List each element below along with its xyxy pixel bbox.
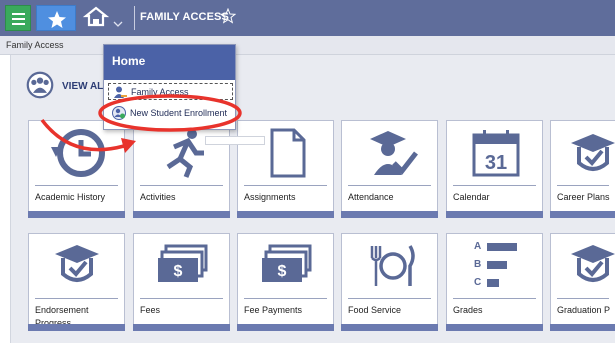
history-clock-icon: [51, 129, 105, 177]
home-icon: [82, 6, 123, 27]
grad-cap-badge-icon: [571, 245, 615, 282]
arrow-highlight-bar: [205, 136, 265, 145]
tile-career-plans[interactable]: Career Plans: [550, 120, 615, 218]
tile-grades[interactable]: A B C Grades: [446, 233, 543, 331]
tile-endorsement-progress[interactable]: Endorsement Progress: [28, 233, 125, 331]
tile-label: Grades: [453, 305, 483, 315]
calendar-day: 31: [485, 152, 507, 174]
svg-text:$: $: [278, 263, 287, 280]
tile-label: Attendance: [348, 192, 394, 202]
tile-label: Calendar: [453, 192, 490, 202]
topbar-divider: [134, 6, 135, 30]
tile-calendar[interactable]: 31 Calendar: [446, 120, 543, 218]
grade-bars-icon: A B C: [474, 239, 524, 295]
view-all-link[interactable]: VIEW AL: [62, 81, 103, 92]
dollar-bills-icon: $: [262, 244, 312, 282]
menu-item-new-student-enrollment[interactable]: New Student Enrollment: [108, 105, 233, 122]
star-icon[interactable]: [36, 5, 76, 31]
menu-item-label: Family Access: [131, 87, 189, 97]
svg-text:$: $: [174, 263, 183, 280]
dollar-bills-icon: $: [158, 244, 208, 282]
graduate-check-icon: [370, 131, 418, 175]
tile-label: Graduation P: [557, 305, 611, 315]
tile-fees[interactable]: $ Fees: [133, 233, 230, 331]
top-navigation-bar: FAMILY ACCESS: [0, 0, 615, 36]
tile-label: Food Service: [348, 305, 402, 315]
person-add-icon: [112, 106, 126, 120]
tile-activities[interactable]: Activities: [133, 120, 230, 218]
breadcrumb[interactable]: Family Access: [6, 40, 64, 50]
tile-label: Academic History: [35, 192, 106, 202]
menu-item-label: New Student Enrollment: [130, 108, 228, 118]
tile-graduation-progress[interactable]: Graduation P: [550, 233, 615, 331]
tile-label: Career Plans: [557, 192, 610, 202]
tile-label: Fees: [140, 305, 161, 315]
dropdown-title: Home: [112, 54, 146, 68]
grad-cap-badge-icon: [55, 245, 99, 282]
tile-attendance[interactable]: Attendance: [341, 120, 438, 218]
tile-academic-history[interactable]: Academic History: [28, 120, 125, 218]
page-title: FAMILY ACCESS: [140, 11, 229, 23]
tile-label: Fee Payments: [244, 305, 303, 315]
tile-label: Assignments: [244, 192, 296, 202]
fork-plate-knife-icon: [370, 245, 415, 286]
tile-assignments[interactable]: Assignments: [237, 120, 334, 218]
calendar-icon: 31: [472, 130, 520, 177]
grad-cap-badge-icon: [571, 134, 615, 171]
tile-label: Activities: [140, 192, 176, 202]
student-group-icon[interactable]: [22, 71, 58, 99]
home-dropdown-menu: Home Family Access New Student Enrollmen…: [103, 44, 236, 130]
person-icon: [114, 86, 127, 98]
breadcrumb-bar: Family Access: [0, 36, 615, 55]
menu-item-family-access[interactable]: Family Access: [108, 83, 233, 100]
star-outline-icon[interactable]: [220, 8, 236, 24]
hamburger-menu-icon[interactable]: [5, 5, 31, 31]
tile-fee-payments[interactable]: $ Fee Payments: [237, 233, 334, 331]
dropdown-header: Home: [104, 45, 235, 80]
home-menu-button[interactable]: [80, 4, 130, 32]
document-icon: [270, 128, 306, 178]
tile-food-service[interactable]: Food Service: [341, 233, 438, 331]
runner-icon: [166, 129, 204, 178]
